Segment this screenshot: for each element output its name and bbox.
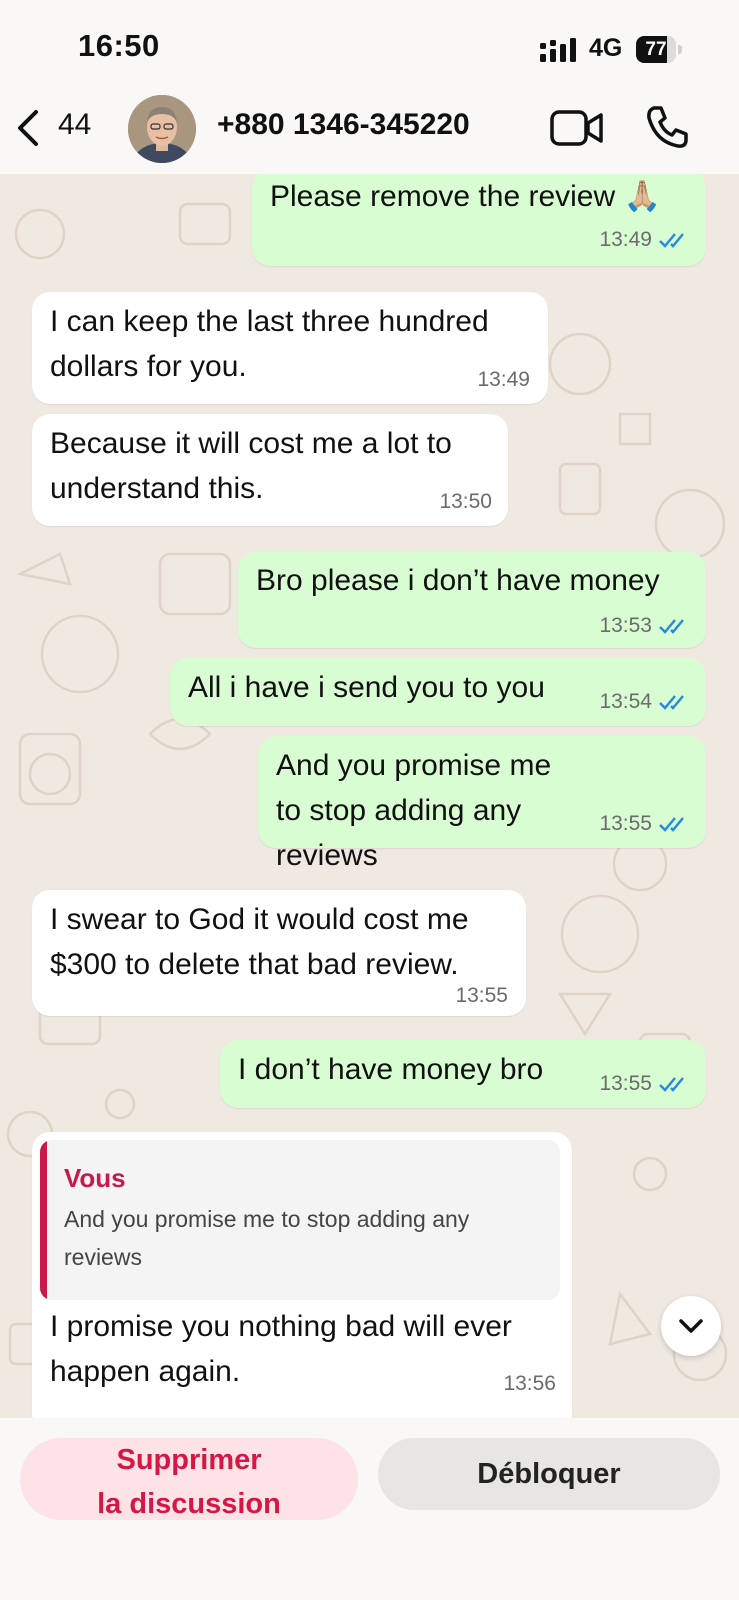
message-outgoing[interactable]: And you promise me to stop adding any re… (258, 736, 706, 872)
message-incoming[interactable]: Because it will cost me a lot to underst… (32, 414, 508, 526)
read-receipt-icon (659, 619, 684, 634)
message-time: 13:54 (599, 690, 652, 713)
message-time: 13:50 (439, 490, 492, 513)
message-time: 13:49 (599, 228, 652, 251)
message-meta: 13:55 (599, 812, 690, 836)
read-receipt-icon (659, 817, 684, 832)
message-incoming[interactable]: I swear to God it would cost me $300 to … (32, 890, 526, 1016)
message-meta: 13:54 (599, 690, 690, 714)
message-time: 13:56 (503, 1372, 556, 1395)
read-receipt-icon (659, 695, 684, 710)
message-text: All i have i send you to you (188, 671, 545, 704)
quote-bar (40, 1140, 47, 1300)
message-time: 13:49 (477, 368, 530, 391)
unblock-button[interactable]: Débloquer (378, 1438, 720, 1510)
message-time: 13:55 (599, 812, 652, 835)
message-text: I don’t have money bro (238, 1053, 544, 1086)
message-outgoing[interactable]: All i have i send you to you 13:54 (170, 658, 706, 726)
battery-percent: 77 (645, 39, 667, 60)
phone-icon[interactable] (644, 104, 690, 150)
status-bar: 16:50 4G 77 (0, 0, 739, 96)
message-meta: 13:55 (599, 1072, 690, 1096)
message-time: 13:53 (599, 614, 652, 637)
message-incoming-reply[interactable]: Vous And you promise me to stop adding a… (32, 1132, 572, 1418)
message-text: I promise you nothing bad will ever happ… (50, 1310, 512, 1388)
message-outgoing[interactable]: I don’t have money bro 13:55 (220, 1040, 706, 1108)
message-text: Because it will cost me a lot to underst… (50, 427, 452, 505)
message-text: Bro please i don’t have money (256, 564, 660, 597)
network-type: 4G (589, 34, 623, 62)
back-unread-count[interactable]: 44 (58, 108, 91, 142)
message-text: And you promise me to stop adding any re… (276, 749, 552, 872)
quoted-sender: Vous (64, 1163, 126, 1193)
video-call-icon[interactable] (550, 108, 604, 148)
message-outgoing[interactable]: Bro please i don’t have money 13:53 (238, 552, 706, 648)
message-text: Please remove the review 🙏🏼 (270, 180, 661, 213)
chat-header: 44 +880 1346-345220 (0, 95, 739, 174)
delete-label-line1: Supprimer (116, 1444, 262, 1476)
signal-icon (540, 38, 576, 62)
message-meta: 13:49 (599, 228, 690, 252)
delete-chat-button[interactable]: Supprimer la discussion (20, 1438, 358, 1520)
chevron-left-icon[interactable] (14, 109, 44, 147)
contact-name[interactable]: +880 1346-345220 (217, 108, 470, 142)
avatar[interactable] (128, 95, 196, 163)
scroll-down-button[interactable] (661, 1296, 721, 1356)
message-outgoing[interactable]: Please remove the review 🙏🏼 13:49 (252, 174, 706, 266)
message-time: 13:55 (455, 984, 508, 1007)
quoted-text: And you promise me to stop adding any re… (64, 1206, 470, 1270)
chat-area[interactable]: Please remove the review 🙏🏼 13:49 I can … (0, 174, 739, 1418)
blocked-actions-bar: Supprimer la discussion Débloquer (0, 1418, 739, 1600)
chevron-down-icon (679, 1319, 703, 1333)
status-time: 16:50 (78, 28, 160, 63)
battery-icon: 77 (636, 36, 682, 63)
message-time: 13:55 (599, 1072, 652, 1095)
message-text: I can keep the last three hundred dollar… (50, 305, 489, 383)
message-incoming[interactable]: I can keep the last three hundred dollar… (32, 292, 548, 404)
message-text: I swear to God it would cost me $300 to … (50, 903, 469, 981)
read-receipt-icon (659, 233, 684, 248)
read-receipt-icon (659, 1077, 684, 1092)
message-meta: 13:53 (599, 614, 690, 638)
delete-label-line2: la discussion (97, 1488, 281, 1520)
quoted-message[interactable]: Vous And you promise me to stop adding a… (40, 1140, 560, 1300)
